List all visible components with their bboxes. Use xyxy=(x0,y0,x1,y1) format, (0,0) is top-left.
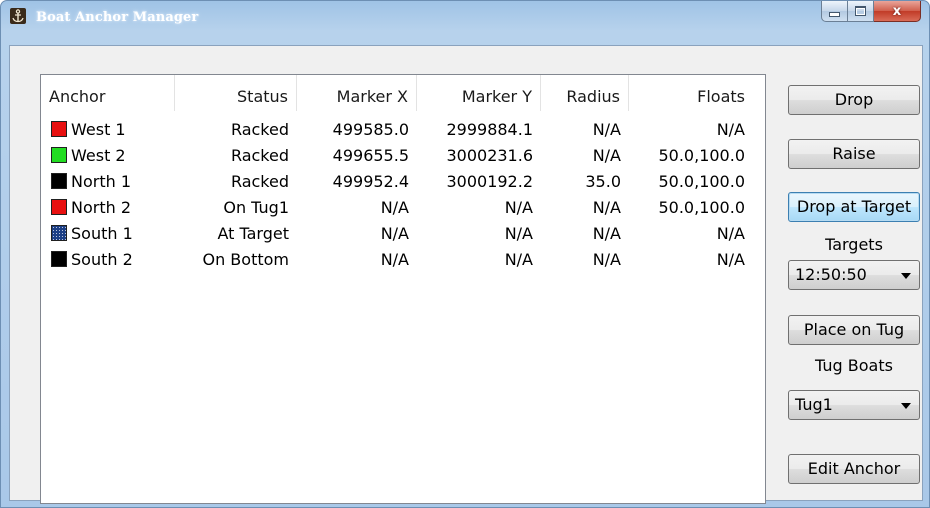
targets-label: Targets xyxy=(825,235,883,254)
cell-anchor: North 2 xyxy=(71,198,132,217)
table-row[interactable]: South 1 At Target N/A N/A N/A N/A xyxy=(41,221,765,247)
cell-marker-x: 499585.0 xyxy=(332,120,409,139)
cell-marker-x: 499952.4 xyxy=(332,172,409,191)
cell-floats: N/A xyxy=(716,224,745,243)
cell-floats: N/A xyxy=(716,250,745,269)
table-row[interactable]: South 2 On Bottom N/A N/A N/A N/A xyxy=(41,247,765,273)
tug-boats-label: Tug Boats xyxy=(815,356,893,375)
targets-select-value: 12:50:50 xyxy=(795,265,867,284)
cell-anchor: West 2 xyxy=(71,146,126,165)
cell-status: On Bottom xyxy=(202,250,289,269)
cell-status: Racked xyxy=(230,146,289,165)
cell-marker-y: 2999884.1 xyxy=(446,120,533,139)
column-header-marker-y[interactable]: Marker Y xyxy=(417,75,541,111)
cell-marker-y: 3000231.6 xyxy=(446,146,533,165)
cell-anchor: South 2 xyxy=(71,250,133,269)
cell-radius: N/A xyxy=(592,250,621,269)
anchor-icon xyxy=(10,8,26,24)
column-header-radius[interactable]: Radius xyxy=(541,75,629,111)
raise-button[interactable]: Raise xyxy=(788,139,920,169)
cell-marker-y: N/A xyxy=(504,224,533,243)
cell-radius: N/A xyxy=(592,224,621,243)
close-button[interactable]: x xyxy=(874,1,921,22)
cell-floats: 50.0,100.0 xyxy=(658,198,745,217)
app-window: Boat Anchor Manager x Anchor Status Mark… xyxy=(0,0,930,508)
cell-marker-x: N/A xyxy=(380,224,409,243)
targets-select[interactable]: 12:50:50 xyxy=(788,260,920,290)
cell-radius: 35.0 xyxy=(585,172,621,191)
title-bar[interactable]: Boat Anchor Manager x xyxy=(1,1,929,45)
table-row[interactable]: North 2 On Tug1 N/A N/A N/A 50.0,100.0 xyxy=(41,195,765,221)
table-header: Anchor Status Marker X Marker Y Radius F… xyxy=(41,75,765,111)
cell-marker-x: N/A xyxy=(380,250,409,269)
cell-status: On Tug1 xyxy=(223,198,289,217)
column-header-marker-x[interactable]: Marker X xyxy=(297,75,417,111)
cell-floats: 50.0,100.0 xyxy=(658,146,745,165)
drop-button[interactable]: Drop xyxy=(788,85,920,115)
chevron-down-icon xyxy=(901,273,911,279)
tug-boats-select-value: Tug1 xyxy=(795,395,833,414)
cell-floats: 50.0,100.0 xyxy=(658,172,745,191)
cell-anchor: West 1 xyxy=(71,120,126,139)
table-row[interactable]: North 1 Racked 499952.4 3000192.2 35.0 50.0,1… xyxy=(41,169,765,195)
cell-marker-x: N/A xyxy=(380,198,409,217)
cell-marker-y: 3000192.2 xyxy=(446,172,533,191)
column-header-status[interactable]: Status xyxy=(175,75,297,111)
cell-floats: N/A xyxy=(716,120,745,139)
cell-status: At Target xyxy=(217,224,289,243)
minimize-icon xyxy=(829,11,840,17)
minimize-button[interactable] xyxy=(821,1,848,22)
edit-anchor-button[interactable]: Edit Anchor xyxy=(788,454,920,484)
column-header-anchor[interactable]: Anchor xyxy=(41,75,175,111)
cell-status: Racked xyxy=(230,172,289,191)
cell-radius: N/A xyxy=(592,146,621,165)
window-title: Boat Anchor Manager xyxy=(36,10,199,25)
tug-boats-select[interactable]: Tug1 xyxy=(788,390,920,420)
maximize-icon xyxy=(855,6,866,16)
window-controls: x xyxy=(821,1,921,23)
cell-anchor: North 1 xyxy=(71,172,132,191)
cell-marker-x: 499655.5 xyxy=(332,146,409,165)
client-area: Anchor Status Marker X Marker Y Radius F… xyxy=(9,45,923,504)
cell-radius: N/A xyxy=(592,120,621,139)
maximize-button[interactable] xyxy=(848,1,874,22)
chevron-down-icon xyxy=(901,403,911,409)
cell-radius: N/A xyxy=(592,198,621,217)
anchor-table[interactable]: Anchor Status Marker X Marker Y Radius F… xyxy=(40,74,766,504)
close-icon: x xyxy=(892,3,902,19)
table-row[interactable]: West 2 Racked 499655.5 3000231.6 N/A 50.0,100… xyxy=(41,143,765,169)
cell-status: Racked xyxy=(230,120,289,139)
table-row[interactable]: West 1 Racked 499585.0 2999884.1 N/A N/A xyxy=(41,117,765,143)
column-header-floats[interactable]: Floats xyxy=(629,75,753,111)
place-on-tug-button[interactable]: Place on Tug xyxy=(788,315,920,345)
cell-marker-y: N/A xyxy=(504,250,533,269)
cell-marker-y: N/A xyxy=(504,198,533,217)
cell-anchor: South 1 xyxy=(71,224,133,243)
drop-at-target-button[interactable]: Drop at Target xyxy=(788,192,920,222)
